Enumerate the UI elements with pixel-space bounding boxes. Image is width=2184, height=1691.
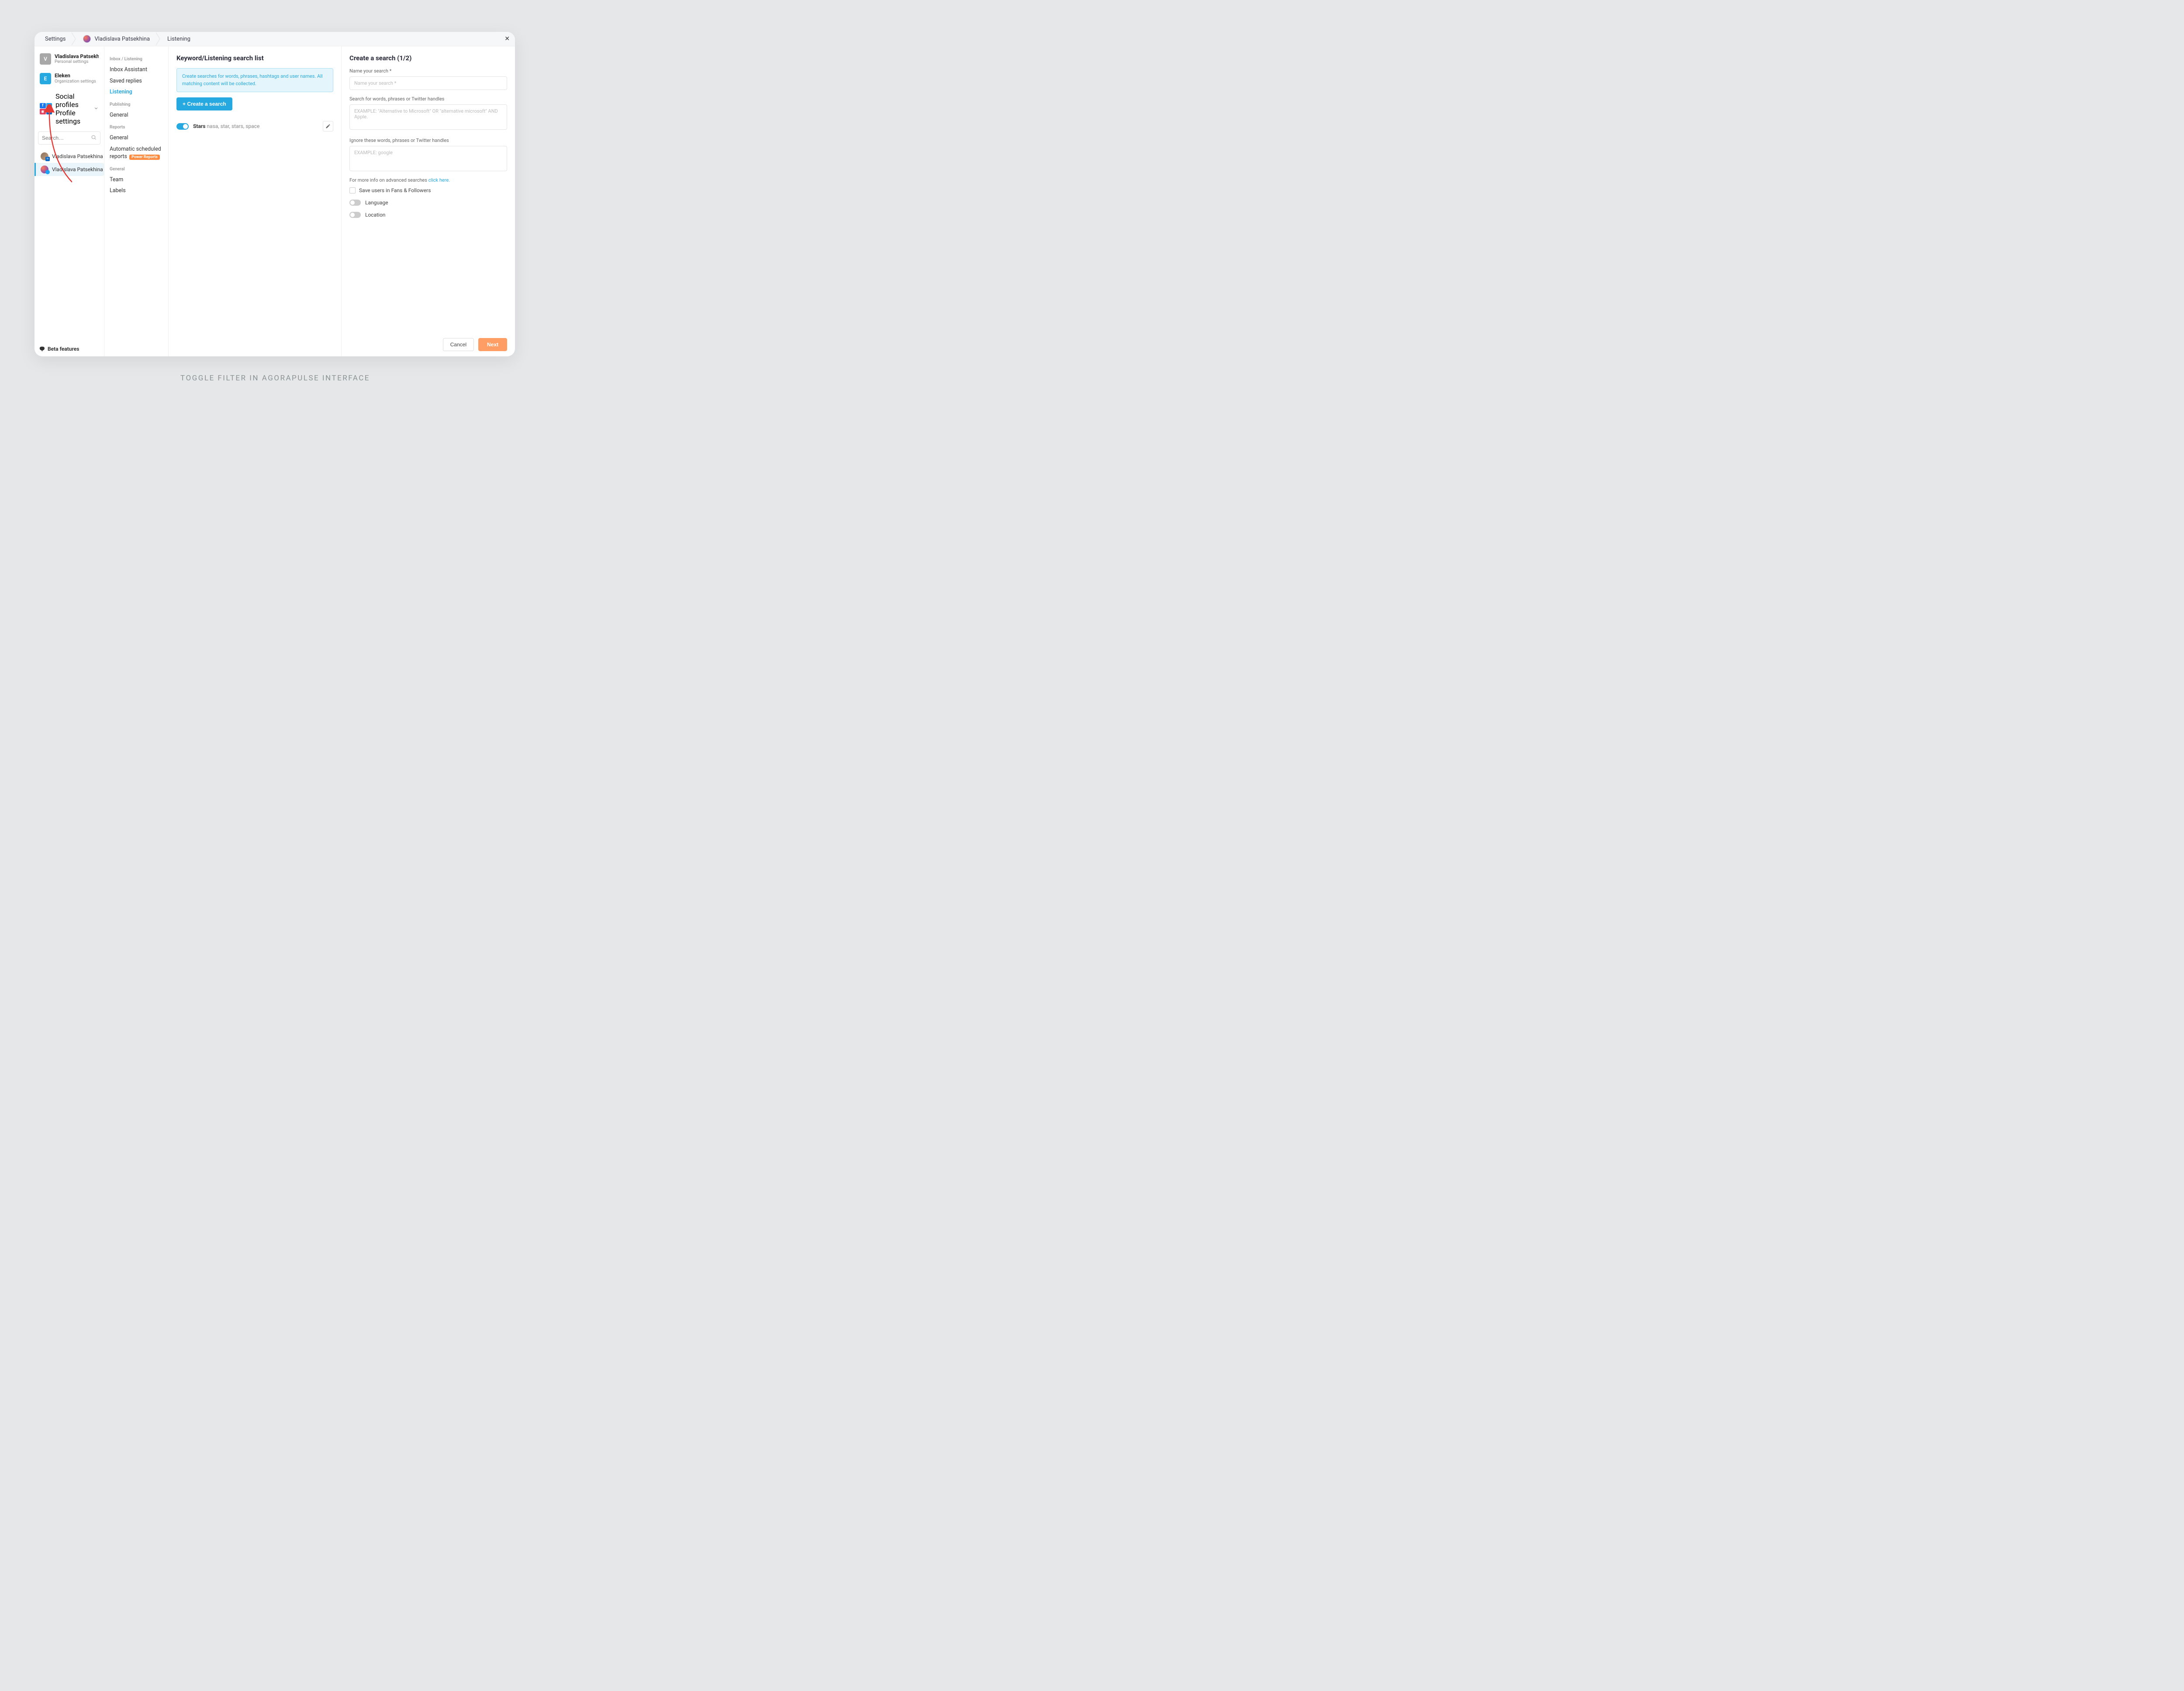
avatar: V	[40, 53, 51, 65]
account-name: Eleken	[55, 72, 96, 79]
close-icon[interactable]: ✕	[505, 35, 510, 42]
power-reports-badge: Power Reports	[129, 155, 160, 160]
figure-caption: TOGGLE FILTER IN AGORAPULSE INTERFACE	[0, 374, 550, 383]
nav-group-header: Publishing	[110, 102, 163, 107]
search-icon	[91, 134, 97, 142]
help-prefix: For more info on advanced searches	[349, 177, 429, 183]
field-label: Name your search *	[349, 68, 507, 74]
search-input-wrapper	[38, 131, 100, 145]
linkedin-badge-icon: in	[45, 157, 50, 161]
profile-name: Vladislava Patsekhina	[52, 153, 103, 159]
info-banner: Create searches for words, phrases, hash…	[176, 68, 333, 92]
nav-publishing-general[interactable]: General	[110, 110, 163, 121]
save-users-label: Save users in Fans & Followers	[359, 187, 431, 193]
search-name: Stars nasa, star, stars, space	[193, 123, 259, 129]
panel-title: Keyword/Listening search list	[176, 54, 333, 62]
breadcrumb-page[interactable]: Listening	[161, 32, 197, 46]
field-label: Ignore these words, phrases or Twitter h…	[349, 138, 507, 143]
sidebar-accounts: V Vladislava Patsekhina Personal setting…	[35, 46, 104, 356]
avatar	[41, 166, 48, 173]
nav-inbox-assistant[interactable]: Inbox Assistant	[110, 64, 163, 76]
search-list-item: Stars nasa, star, stars, space	[176, 121, 333, 131]
beta-features-link[interactable]: Beta features	[39, 346, 79, 352]
list-item[interactable]: in Vladislava Patsekhina	[38, 150, 100, 163]
nav-saved-replies[interactable]: Saved replies	[110, 76, 163, 87]
create-search-button[interactable]: + Create a search	[176, 97, 232, 110]
chevron-down-icon	[93, 104, 99, 113]
search-list-panel: Keyword/Listening search list Create sea…	[169, 46, 342, 356]
location-label: Location	[365, 212, 385, 218]
account-sub: Organization settings	[55, 79, 96, 84]
language-label: Language	[365, 200, 388, 206]
field-label: Search for words, phrases or Twitter han…	[349, 96, 507, 102]
social-title: Social profiles	[55, 92, 79, 109]
beta-label: Beta features	[48, 346, 79, 352]
twitter-badge-icon	[45, 170, 50, 174]
breadcrumb-separator	[72, 32, 77, 46]
rocket-icon	[39, 346, 45, 352]
checkbox-icon	[349, 187, 356, 193]
nav-listening[interactable]: Listening	[110, 86, 163, 98]
ignore-words-field[interactable]	[349, 146, 507, 171]
avatar: in	[41, 152, 48, 160]
nav-reports-general[interactable]: General	[110, 132, 163, 144]
search-name-field[interactable]	[349, 76, 507, 90]
toggle-icon	[349, 200, 361, 206]
linkedin-icon: in	[46, 109, 52, 114]
language-toggle-row[interactable]: Language	[349, 200, 507, 206]
account-sub: Personal settings	[55, 59, 99, 65]
account-name: Vladislava Patsekhina	[55, 53, 99, 59]
nav-team[interactable]: Team	[110, 174, 163, 186]
help-text: For more info on advanced searches click…	[349, 177, 507, 183]
breadcrumb-settings[interactable]: Settings	[39, 32, 72, 46]
nav-labels[interactable]: Labels	[110, 185, 163, 197]
create-search-panel: Create a search (1/2) Name your search *…	[342, 46, 515, 356]
twitter-icon	[46, 103, 52, 109]
social-icons-grid: f ◉ in	[40, 103, 52, 114]
sidebar-item-personal[interactable]: V Vladislava Patsekhina Personal setting…	[38, 51, 100, 67]
location-toggle-row[interactable]: Location	[349, 212, 507, 218]
cancel-button[interactable]: Cancel	[443, 338, 474, 351]
nav-group-header: Reports	[110, 125, 163, 130]
nav-group-header: General	[110, 167, 163, 172]
help-link[interactable]: click here.	[429, 177, 450, 183]
settings-window: Settings Vladislava Patsekhina Listening…	[35, 32, 515, 356]
profile-name: Vladislava Patsekhina	[52, 166, 103, 173]
breadcrumb: Settings Vladislava Patsekhina Listening…	[35, 32, 515, 46]
sidebar-item-org[interactable]: E Eleken Organization settings	[38, 70, 100, 86]
instagram-icon: ◉	[40, 109, 46, 114]
sidebar-nav: Inbox / Listening Inbox Assistant Saved …	[104, 46, 169, 356]
avatar	[83, 35, 91, 43]
facebook-icon: f	[40, 103, 46, 109]
sidebar-item-social[interactable]: f ◉ in Social profiles Profile settings	[38, 90, 100, 128]
search-toggle[interactable]	[176, 123, 189, 130]
edit-button[interactable]	[323, 121, 333, 131]
social-sub: Profile settings	[55, 109, 80, 125]
next-button[interactable]: Next	[478, 338, 507, 351]
list-item[interactable]: Vladislava Patsekhina	[35, 163, 104, 176]
pencil-icon	[325, 124, 331, 129]
panel-title: Create a search (1/2)	[349, 54, 507, 62]
nav-scheduled-reports[interactable]: Automatic scheduled reports Power Report…	[110, 144, 163, 162]
search-words-field[interactable]	[349, 104, 507, 130]
search-input[interactable]	[42, 135, 91, 141]
breadcrumb-user-label: Vladislava Patsekhina	[94, 36, 150, 42]
breadcrumb-separator	[156, 32, 161, 46]
avatar: E	[40, 73, 51, 84]
nav-group-header: Inbox / Listening	[110, 57, 163, 62]
footer-buttons: Cancel Next	[443, 338, 507, 351]
toggle-icon	[349, 212, 361, 218]
breadcrumb-user[interactable]: Vladislava Patsekhina	[77, 32, 156, 46]
save-users-checkbox-row[interactable]: Save users in Fans & Followers	[349, 187, 507, 193]
body: V Vladislava Patsekhina Personal setting…	[35, 46, 515, 356]
